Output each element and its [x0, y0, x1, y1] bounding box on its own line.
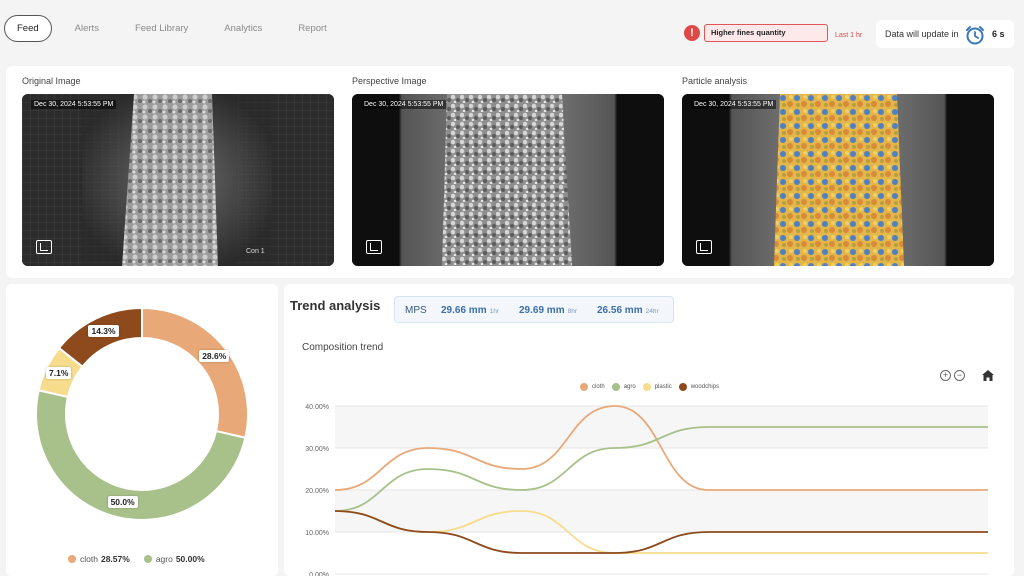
grid-band	[335, 490, 988, 532]
legend-value: 28.57%	[100, 554, 130, 564]
expand-icon[interactable]	[366, 240, 382, 254]
tab-report[interactable]: Report	[285, 15, 340, 42]
update-timer: Data will update in 6 s	[876, 20, 1014, 48]
expand-icon[interactable]	[36, 240, 52, 254]
composition-donut-chart	[35, 306, 249, 521]
alarm-clock-icon	[966, 26, 984, 45]
donut-slice-agro[interactable]	[35, 389, 247, 521]
legend-item-cloth[interactable]: cloth 28.57%	[68, 554, 130, 564]
perspective-image-picture	[352, 94, 664, 266]
particle-analysis-picture	[682, 94, 994, 266]
legend-name: cloth	[80, 554, 98, 564]
y-tick-label: 40.00%	[305, 404, 329, 411]
y-tick-label: 10.00%	[305, 530, 329, 537]
donut-slice-cloth[interactable]	[141, 306, 249, 439]
particle-analysis-timestamp: Dec 30, 2024 5:53:55 PM	[691, 100, 777, 109]
legend-item-agro[interactable]: agro 50.00%	[143, 554, 205, 564]
donut-slice-woodchips[interactable]	[57, 306, 143, 369]
alert-message: Higher fines quantity	[704, 24, 828, 42]
original-image-card: Original Image Dec 30, 2024 5:53:55 PM C…	[22, 76, 334, 266]
original-image[interactable]: Dec 30, 2024 5:53:55 PM Con 1	[22, 94, 334, 266]
update-text: Data will update in	[885, 29, 959, 39]
tab-alerts[interactable]: Alerts	[62, 15, 112, 42]
y-tick-label: 30.00%	[305, 446, 329, 453]
main-nav: Feed Alerts Feed Library Analytics Repor…	[4, 15, 350, 42]
camera-label: Con 1	[246, 248, 265, 255]
particle-analysis-image[interactable]: Dec 30, 2024 5:53:55 PM	[682, 94, 994, 266]
y-tick-label: 20.00%	[305, 488, 329, 495]
image-panel: Original Image Dec 30, 2024 5:53:55 PM C…	[6, 66, 1014, 278]
composition-trend-chart: 0.00% 10.00% 20.00% 30.00% 40.00%	[305, 404, 988, 576]
alert-circle-icon: !	[684, 25, 700, 41]
legend-dot	[143, 555, 152, 563]
perspective-image-timestamp: Dec 30, 2024 5:53:55 PM	[361, 100, 447, 109]
tab-feed[interactable]: Feed	[4, 15, 52, 42]
y-tick-label: 0.00%	[309, 572, 329, 576]
perspective-image-card: Perspective Image Dec 30, 2024 5:53:55 P…	[352, 76, 664, 266]
alert-time: Last 1 hr	[835, 32, 863, 39]
donut-slice-label-agro: 50.0%	[107, 495, 138, 508]
tab-analytics[interactable]: Analytics	[211, 15, 275, 42]
perspective-image-title: Perspective Image	[352, 76, 427, 86]
donut-slice-label-cloth: 28.6%	[199, 350, 230, 363]
legend-dot	[68, 555, 76, 563]
update-countdown: 6 s	[992, 29, 1005, 39]
expand-icon[interactable]	[696, 240, 712, 254]
legend-value: 50.00%	[175, 554, 205, 564]
donut-slice-label-woodchips: 14.3%	[88, 325, 119, 338]
legend-name: agro	[155, 554, 173, 564]
top-bar: Feed Alerts Feed Library Analytics Repor…	[0, 0, 1024, 58]
original-image-picture	[22, 94, 334, 266]
tab-feed-library[interactable]: Feed Library	[122, 15, 201, 42]
alert-banner[interactable]: ! Higher fines quantity Last 1 hr	[684, 24, 862, 42]
donut-slice-label-plastic: 7.1%	[46, 367, 72, 380]
particle-analysis-card: Particle analysis Dec 30, 2024 5:53:55 P…	[682, 76, 994, 266]
original-image-timestamp: Dec 30, 2024 5:53:55 PM	[31, 100, 117, 109]
composition-donut-panel: 28.6% 50.0% 7.1% 14.3% cloth 28.57% agro…	[6, 284, 278, 576]
donut-legend: cloth 28.57% agro 50.00%	[68, 554, 219, 564]
trend-analysis-panel: Trend analysis MPS 29.66 mm 1hr 29.69 mm 8…	[284, 284, 1014, 576]
original-image-title: Original Image	[22, 76, 81, 86]
perspective-image[interactable]: Dec 30, 2024 5:53:55 PM	[352, 94, 664, 266]
particle-analysis-title: Particle analysis	[682, 76, 748, 86]
